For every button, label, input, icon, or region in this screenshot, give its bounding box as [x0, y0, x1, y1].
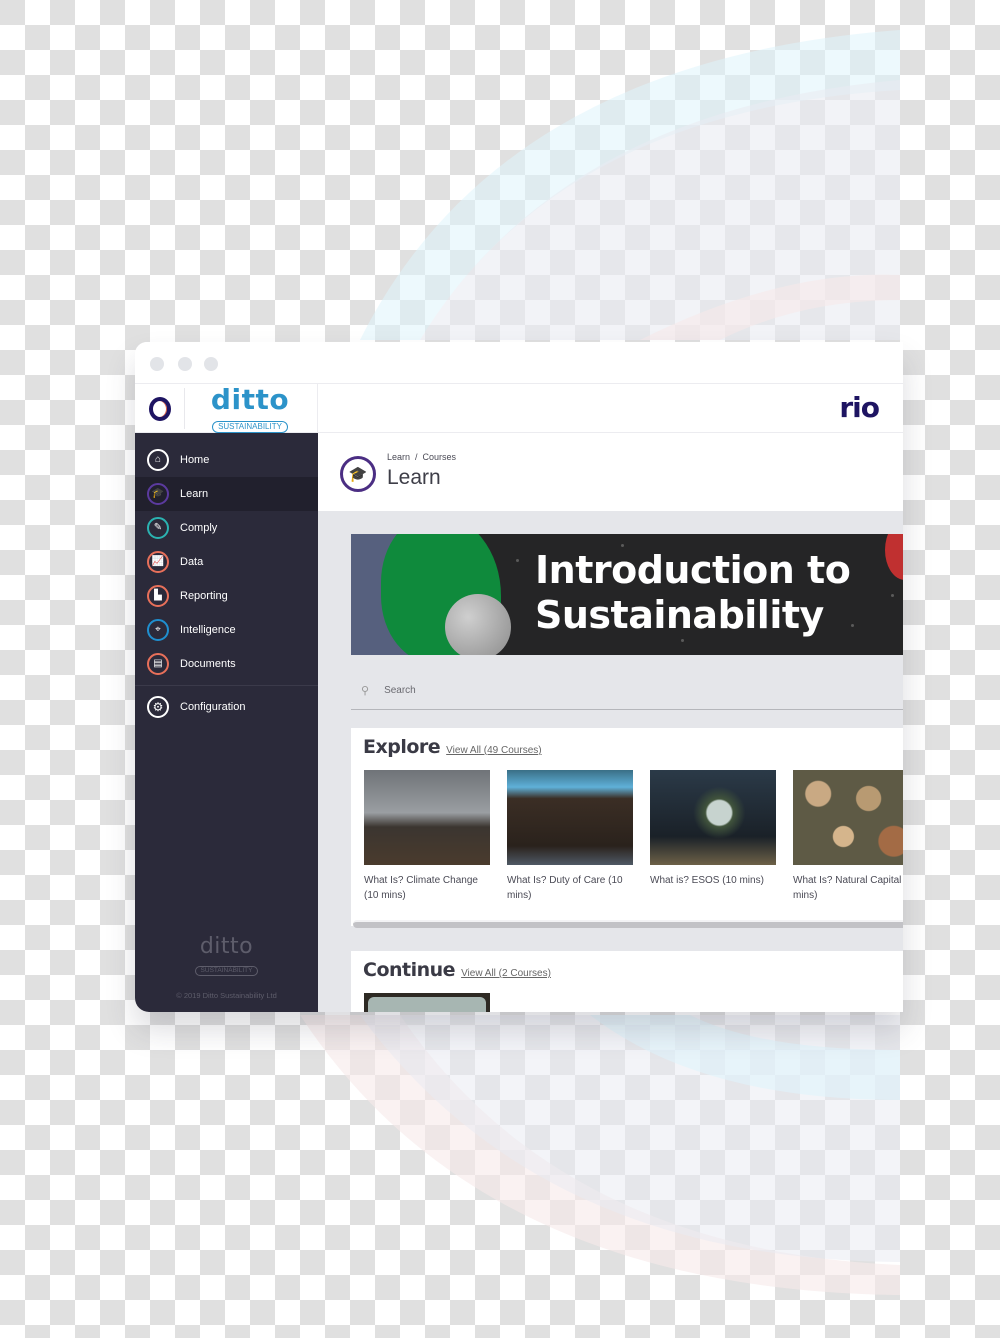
- course-thumbnail-plant-in-lightbulb: [650, 770, 776, 865]
- sidebar-item-documents[interactable]: ▤ Documents: [135, 647, 318, 681]
- search-icon: ⚲: [361, 684, 370, 697]
- course-card[interactable]: What is? ESOS (10 mins): [650, 770, 776, 903]
- footer-ditto-logo: ditto: [199, 934, 254, 959]
- star: [516, 559, 519, 562]
- sidebar-item-label: Comply: [180, 522, 218, 534]
- sidebar-item-label: Data: [180, 556, 204, 568]
- header-divider: [317, 384, 318, 433]
- pencil-icon: ✎: [147, 517, 169, 539]
- sidebar: ⌂ Home 🎓 Learn ✎ Comply 📈 Data ▙ Reporting ⌖ Intell…: [135, 433, 318, 1012]
- course-title: What Is? Natural Capital (10 mins): [793, 875, 903, 901]
- course-card[interactable]: What Is? Climate Change (10 mins): [364, 770, 490, 903]
- ditto-logo-tagline: SUSTAINABILITY: [212, 421, 288, 433]
- gear-icon: ⚙: [147, 696, 169, 718]
- graduation-cap-icon: 🎓: [147, 483, 169, 505]
- star: [681, 639, 684, 642]
- window-maximize-dot[interactable]: [204, 357, 218, 371]
- page-title: Learn: [387, 466, 441, 489]
- home-icon: ⌂: [147, 449, 169, 471]
- sidebar-item-home[interactable]: ⌂ Home: [135, 443, 318, 477]
- sidebar-item-learn[interactable]: 🎓 Learn: [135, 477, 318, 511]
- course-thumbnail-waste-bales: [507, 770, 633, 865]
- explore-title: Explore: [363, 736, 441, 758]
- explore-view-all-link[interactable]: View All (49 Courses): [446, 745, 541, 756]
- continue-title: Continue: [363, 959, 456, 981]
- sidebar-item-label: Documents: [180, 658, 236, 670]
- course-card[interactable]: What Is? Natural Capital (10 mins): [793, 770, 903, 903]
- explore-course-list: What Is? Climate Change (10 mins) What Is…: [364, 770, 903, 903]
- sidebar-item-comply[interactable]: ✎ Comply: [135, 511, 318, 545]
- ditto-logo-word: ditto: [210, 383, 290, 416]
- course-thumbnail-stacked-logs: [793, 770, 903, 865]
- window-titlebar: [135, 342, 903, 384]
- page-header: 🎓 Learn / Courses Learn: [318, 433, 903, 511]
- continue-course-thumbnail[interactable]: [364, 993, 490, 1012]
- crosshair-icon: ⌖: [147, 619, 169, 641]
- moon-illustration: [445, 594, 511, 655]
- copyright-text: © 2019 Ditto Sustainability Ltd: [176, 991, 277, 1000]
- sidebar-item-intelligence[interactable]: ⌖ Intelligence: [135, 613, 318, 647]
- main-content: 🎓 Learn / Courses Learn Introduction to …: [318, 433, 903, 1012]
- course-title: What is? ESOS (10 mins): [650, 875, 764, 886]
- banner-title-line-1: Introduction to: [535, 548, 851, 592]
- breadcrumb[interactable]: Learn / Courses: [387, 452, 456, 462]
- explore-horizontal-scrollbar[interactable]: [353, 920, 903, 928]
- explore-section: Explore View All (49 Courses) What Is? C…: [351, 728, 903, 928]
- line-chart-icon: 📈: [147, 551, 169, 573]
- ditto-logo[interactable]: ditto SUSTAINABILITY: [207, 384, 293, 434]
- sidebar-item-data[interactable]: 📈 Data: [135, 545, 318, 579]
- gauge-image: [368, 997, 486, 1012]
- window-minimize-dot[interactable]: [178, 357, 192, 371]
- star: [851, 624, 854, 627]
- banner-title-line-2: Sustainability: [535, 593, 824, 637]
- document-icon: ▤: [147, 653, 169, 675]
- app-header: ditto SUSTAINABILITY rio: [135, 384, 903, 433]
- star: [891, 594, 894, 597]
- course-title: What Is? Climate Change (10 mins): [364, 875, 478, 901]
- sidebar-item-label: Learn: [180, 488, 209, 500]
- sidebar-item-label: Home: [180, 454, 210, 466]
- search-bar: ⚲: [351, 671, 903, 710]
- graduation-cap-icon: 🎓: [340, 456, 376, 492]
- sidebar-divider: [135, 685, 318, 686]
- course-card[interactable]: What Is? Duty of Care (10 mins): [507, 770, 633, 903]
- window-close-dot[interactable]: [150, 357, 164, 371]
- app-window: ditto SUSTAINABILITY rio ⌂ Home 🎓 Learn ✎ Com…: [135, 342, 903, 1012]
- rocket-illustration: [885, 534, 903, 580]
- sidebar-item-label: Reporting: [180, 590, 228, 602]
- course-banner[interactable]: Introduction to Sustainability: [351, 534, 903, 655]
- rio-logo[interactable]: rio: [839, 391, 880, 424]
- continue-section: Continue View All (2 Courses): [351, 951, 903, 1012]
- ring-logo-icon[interactable]: [149, 397, 171, 421]
- footer-ditto-tagline: SUSTAINABILITY: [194, 966, 259, 976]
- explore-header: Explore View All (49 Courses): [363, 736, 542, 758]
- sidebar-item-configuration[interactable]: ⚙ Configuration: [135, 690, 318, 724]
- sidebar-item-label: Intelligence: [180, 624, 236, 636]
- bar-chart-icon: ▙: [147, 585, 169, 607]
- banner-title: Introduction to Sustainability: [535, 548, 851, 638]
- sidebar-item-reporting[interactable]: ▙ Reporting: [135, 579, 318, 613]
- star: [621, 544, 624, 547]
- course-thumbnail-industrial-smokestacks: [364, 770, 490, 865]
- continue-header: Continue View All (2 Courses): [363, 959, 551, 981]
- sidebar-footer: ditto SUSTAINABILITY © 2019 Ditto Sustai…: [135, 934, 318, 1001]
- search-input[interactable]: [384, 684, 785, 696]
- logo-divider: [184, 388, 185, 429]
- sidebar-item-label: Configuration: [180, 701, 246, 713]
- course-title: What Is? Duty of Care (10 mins): [507, 875, 623, 901]
- continue-view-all-link[interactable]: View All (2 Courses): [461, 968, 551, 979]
